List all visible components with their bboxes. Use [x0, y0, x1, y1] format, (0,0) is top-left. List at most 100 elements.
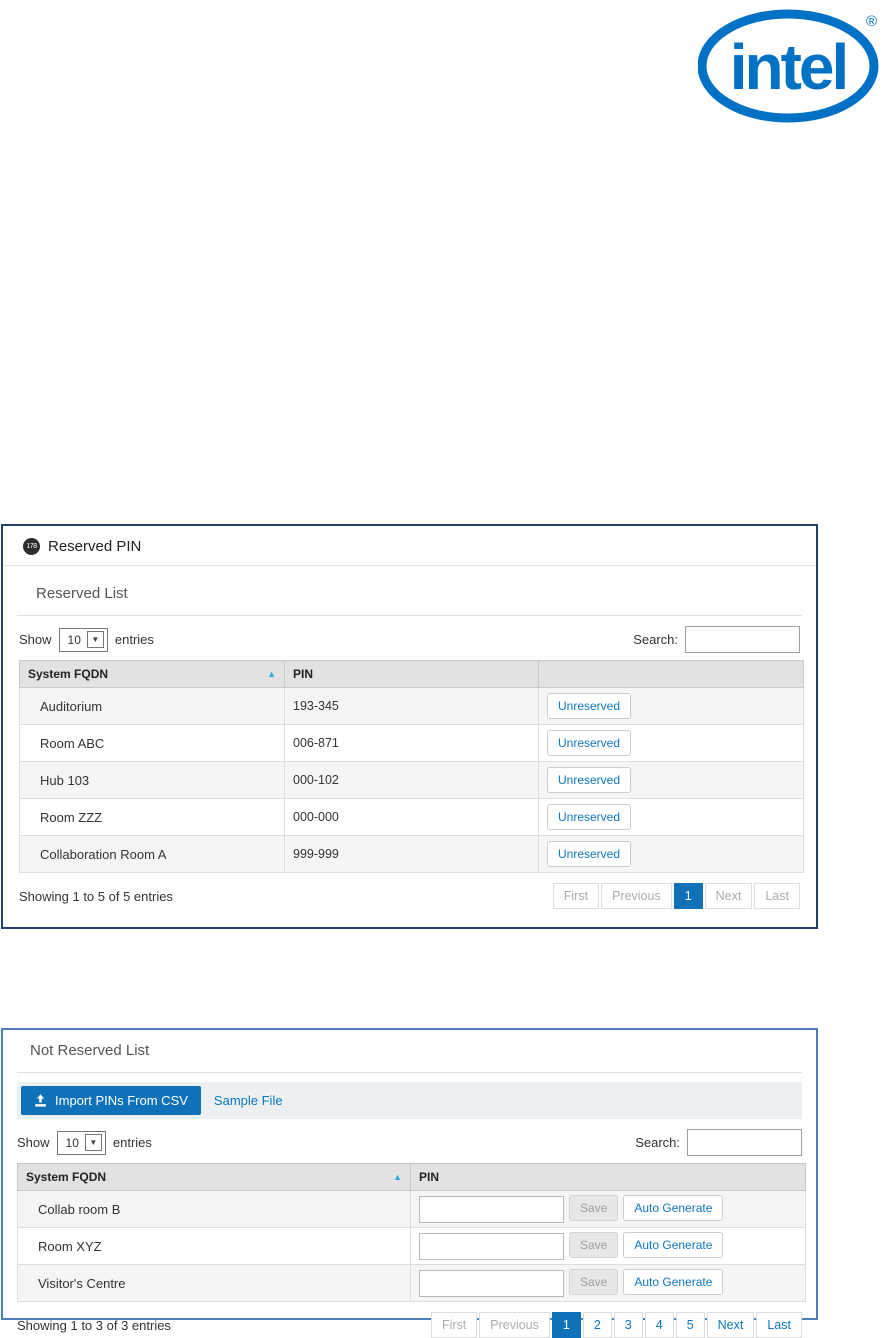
unreserved-button[interactable]: Unreserved: [547, 730, 631, 756]
search-input[interactable]: [685, 626, 800, 653]
fqdn-cell: Room ZZZ: [20, 799, 285, 836]
table-header-row: System FQDN ▲ PIN: [18, 1164, 806, 1191]
pin-entry-cell: SaveAuto Generate: [411, 1228, 806, 1265]
divider: [17, 615, 802, 616]
page-previous-button: Previous: [479, 1312, 550, 1338]
page-size-select[interactable]: 10 ▼: [57, 1131, 106, 1155]
reserved-pin-panel: 178 Reserved PIN Reserved List Show 10 ▼…: [1, 524, 818, 929]
table-row: Room ABC006-871 Unreserved: [20, 725, 804, 762]
column-header-pin[interactable]: PIN: [285, 661, 539, 688]
pin-input[interactable]: [419, 1233, 564, 1260]
action-cell: Unreserved: [539, 762, 804, 799]
table-footer: Showing 1 to 3 of 3 entries FirstPreviou…: [17, 1312, 802, 1338]
not-reserved-list-title: Not Reserved List: [30, 1042, 800, 1059]
import-pins-label: Import PINs From CSV: [55, 1093, 188, 1108]
column-label: System FQDN: [26, 1170, 106, 1184]
pin-icon: 178: [23, 538, 40, 555]
table-footer: Showing 1 to 5 of 5 entries FirstPreviou…: [19, 883, 800, 909]
page-first-button: First: [431, 1312, 477, 1338]
pin-input[interactable]: [419, 1270, 564, 1297]
unreserved-button[interactable]: Unreserved: [547, 693, 631, 719]
fqdn-cell: Auditorium: [20, 688, 285, 725]
column-header-actions: [539, 661, 804, 688]
page-next-button[interactable]: Next: [707, 1312, 755, 1338]
fqdn-cell: Visitor's Centre: [18, 1265, 411, 1302]
not-reserved-panel: Not Reserved List Import PINs From CSV S…: [1, 1028, 818, 1320]
search-group: Search:: [635, 1129, 802, 1156]
reserved-list-title: Reserved List: [36, 585, 800, 602]
search-input[interactable]: [687, 1129, 802, 1156]
page-1-button[interactable]: 1: [674, 883, 703, 909]
unreserved-button[interactable]: Unreserved: [547, 841, 631, 867]
show-label: Show: [17, 1135, 50, 1150]
page-4-button[interactable]: 4: [645, 1312, 674, 1338]
unreserved-button[interactable]: Unreserved: [547, 767, 631, 793]
fqdn-cell: Room ABC: [20, 725, 285, 762]
upload-icon: [34, 1094, 47, 1107]
column-header-pin[interactable]: PIN: [411, 1164, 806, 1191]
pagination: FirstPrevious12345NextLast: [429, 1312, 802, 1338]
page-size-group: Show 10 ▼ entries: [19, 628, 154, 652]
showing-entries-text: Showing 1 to 5 of 5 entries: [19, 889, 173, 904]
column-header-system-fqdn[interactable]: System FQDN ▲: [18, 1164, 411, 1191]
page-5-button[interactable]: 5: [676, 1312, 705, 1338]
reserved-table: System FQDN ▲ PIN Auditorium193-345Unres…: [19, 660, 804, 873]
search-label: Search:: [635, 1135, 680, 1150]
chevron-down-icon: ▼: [87, 631, 104, 648]
divider: [17, 1072, 802, 1073]
intel-wordmark: intel: [730, 31, 847, 103]
page-size-value: 10: [66, 1136, 79, 1150]
auto-generate-button[interactable]: Auto Generate: [623, 1232, 723, 1258]
pin-cell: 999-999: [285, 836, 539, 873]
search-label: Search:: [633, 632, 678, 647]
table-row: Auditorium193-345Unreserved: [20, 688, 804, 725]
not-reserved-table: System FQDN ▲ PIN Collab room BSaveAuto …: [17, 1163, 806, 1302]
fqdn-cell: Collaboration Room A: [20, 836, 285, 873]
table-row: Hub 103000-102Unreserved: [20, 762, 804, 799]
sort-ascending-icon: ▲: [393, 1172, 402, 1182]
page-last-button: Last: [754, 883, 800, 909]
pin-entry-cell: SaveAuto Generate: [411, 1191, 806, 1228]
page-size-group: Show 10 ▼ entries: [17, 1131, 152, 1155]
auto-generate-button[interactable]: Auto Generate: [623, 1269, 723, 1295]
page-next-button: Next: [705, 883, 753, 909]
sample-file-link[interactable]: Sample File: [214, 1093, 283, 1108]
column-label: System FQDN: [28, 667, 108, 681]
page-2-button[interactable]: 2: [583, 1312, 612, 1338]
table-row: Collaboration Room A999-999 Unreserved: [20, 836, 804, 873]
table-row: Collab room BSaveAuto Generate: [18, 1191, 806, 1228]
save-button[interactable]: Save: [569, 1269, 618, 1295]
panel-header: 178 Reserved PIN: [3, 526, 816, 565]
table-row: Room XYZSaveAuto Generate: [18, 1228, 806, 1265]
action-cell: Unreserved: [539, 725, 804, 762]
pin-cell: 006-871: [285, 725, 539, 762]
divider: [3, 565, 816, 566]
page-3-button[interactable]: 3: [614, 1312, 643, 1338]
registered-mark: ®: [866, 13, 877, 30]
save-button[interactable]: Save: [569, 1195, 618, 1221]
fqdn-cell: Hub 103: [20, 762, 285, 799]
page-1-button[interactable]: 1: [552, 1312, 581, 1338]
auto-generate-button[interactable]: Auto Generate: [623, 1195, 723, 1221]
fqdn-cell: Collab room B: [18, 1191, 411, 1228]
sort-ascending-icon: ▲: [267, 669, 276, 679]
page-last-button[interactable]: Last: [756, 1312, 802, 1338]
entries-label: entries: [113, 1135, 152, 1150]
column-header-system-fqdn[interactable]: System FQDN ▲: [20, 661, 285, 688]
pagination: FirstPrevious1NextLast: [551, 883, 800, 909]
search-group: Search:: [633, 626, 800, 653]
table-row: Room ZZZ000-000Unreserved: [20, 799, 804, 836]
showing-entries-text: Showing 1 to 3 of 3 entries: [17, 1318, 171, 1333]
save-button[interactable]: Save: [569, 1232, 618, 1258]
import-pins-button[interactable]: Import PINs From CSV: [21, 1086, 201, 1115]
table-header-row: System FQDN ▲ PIN: [20, 661, 804, 688]
page-size-value: 10: [68, 633, 81, 647]
pin-input[interactable]: [419, 1196, 564, 1223]
intel-logo-icon: intel ®: [698, 6, 882, 124]
table-row: Visitor's CentreSaveAuto Generate: [18, 1265, 806, 1302]
action-cell: Unreserved: [539, 836, 804, 873]
unreserved-button[interactable]: Unreserved: [547, 804, 631, 830]
page-size-select[interactable]: 10 ▼: [59, 628, 108, 652]
page-previous-button: Previous: [601, 883, 672, 909]
pin-entry-cell: SaveAuto Generate: [411, 1265, 806, 1302]
